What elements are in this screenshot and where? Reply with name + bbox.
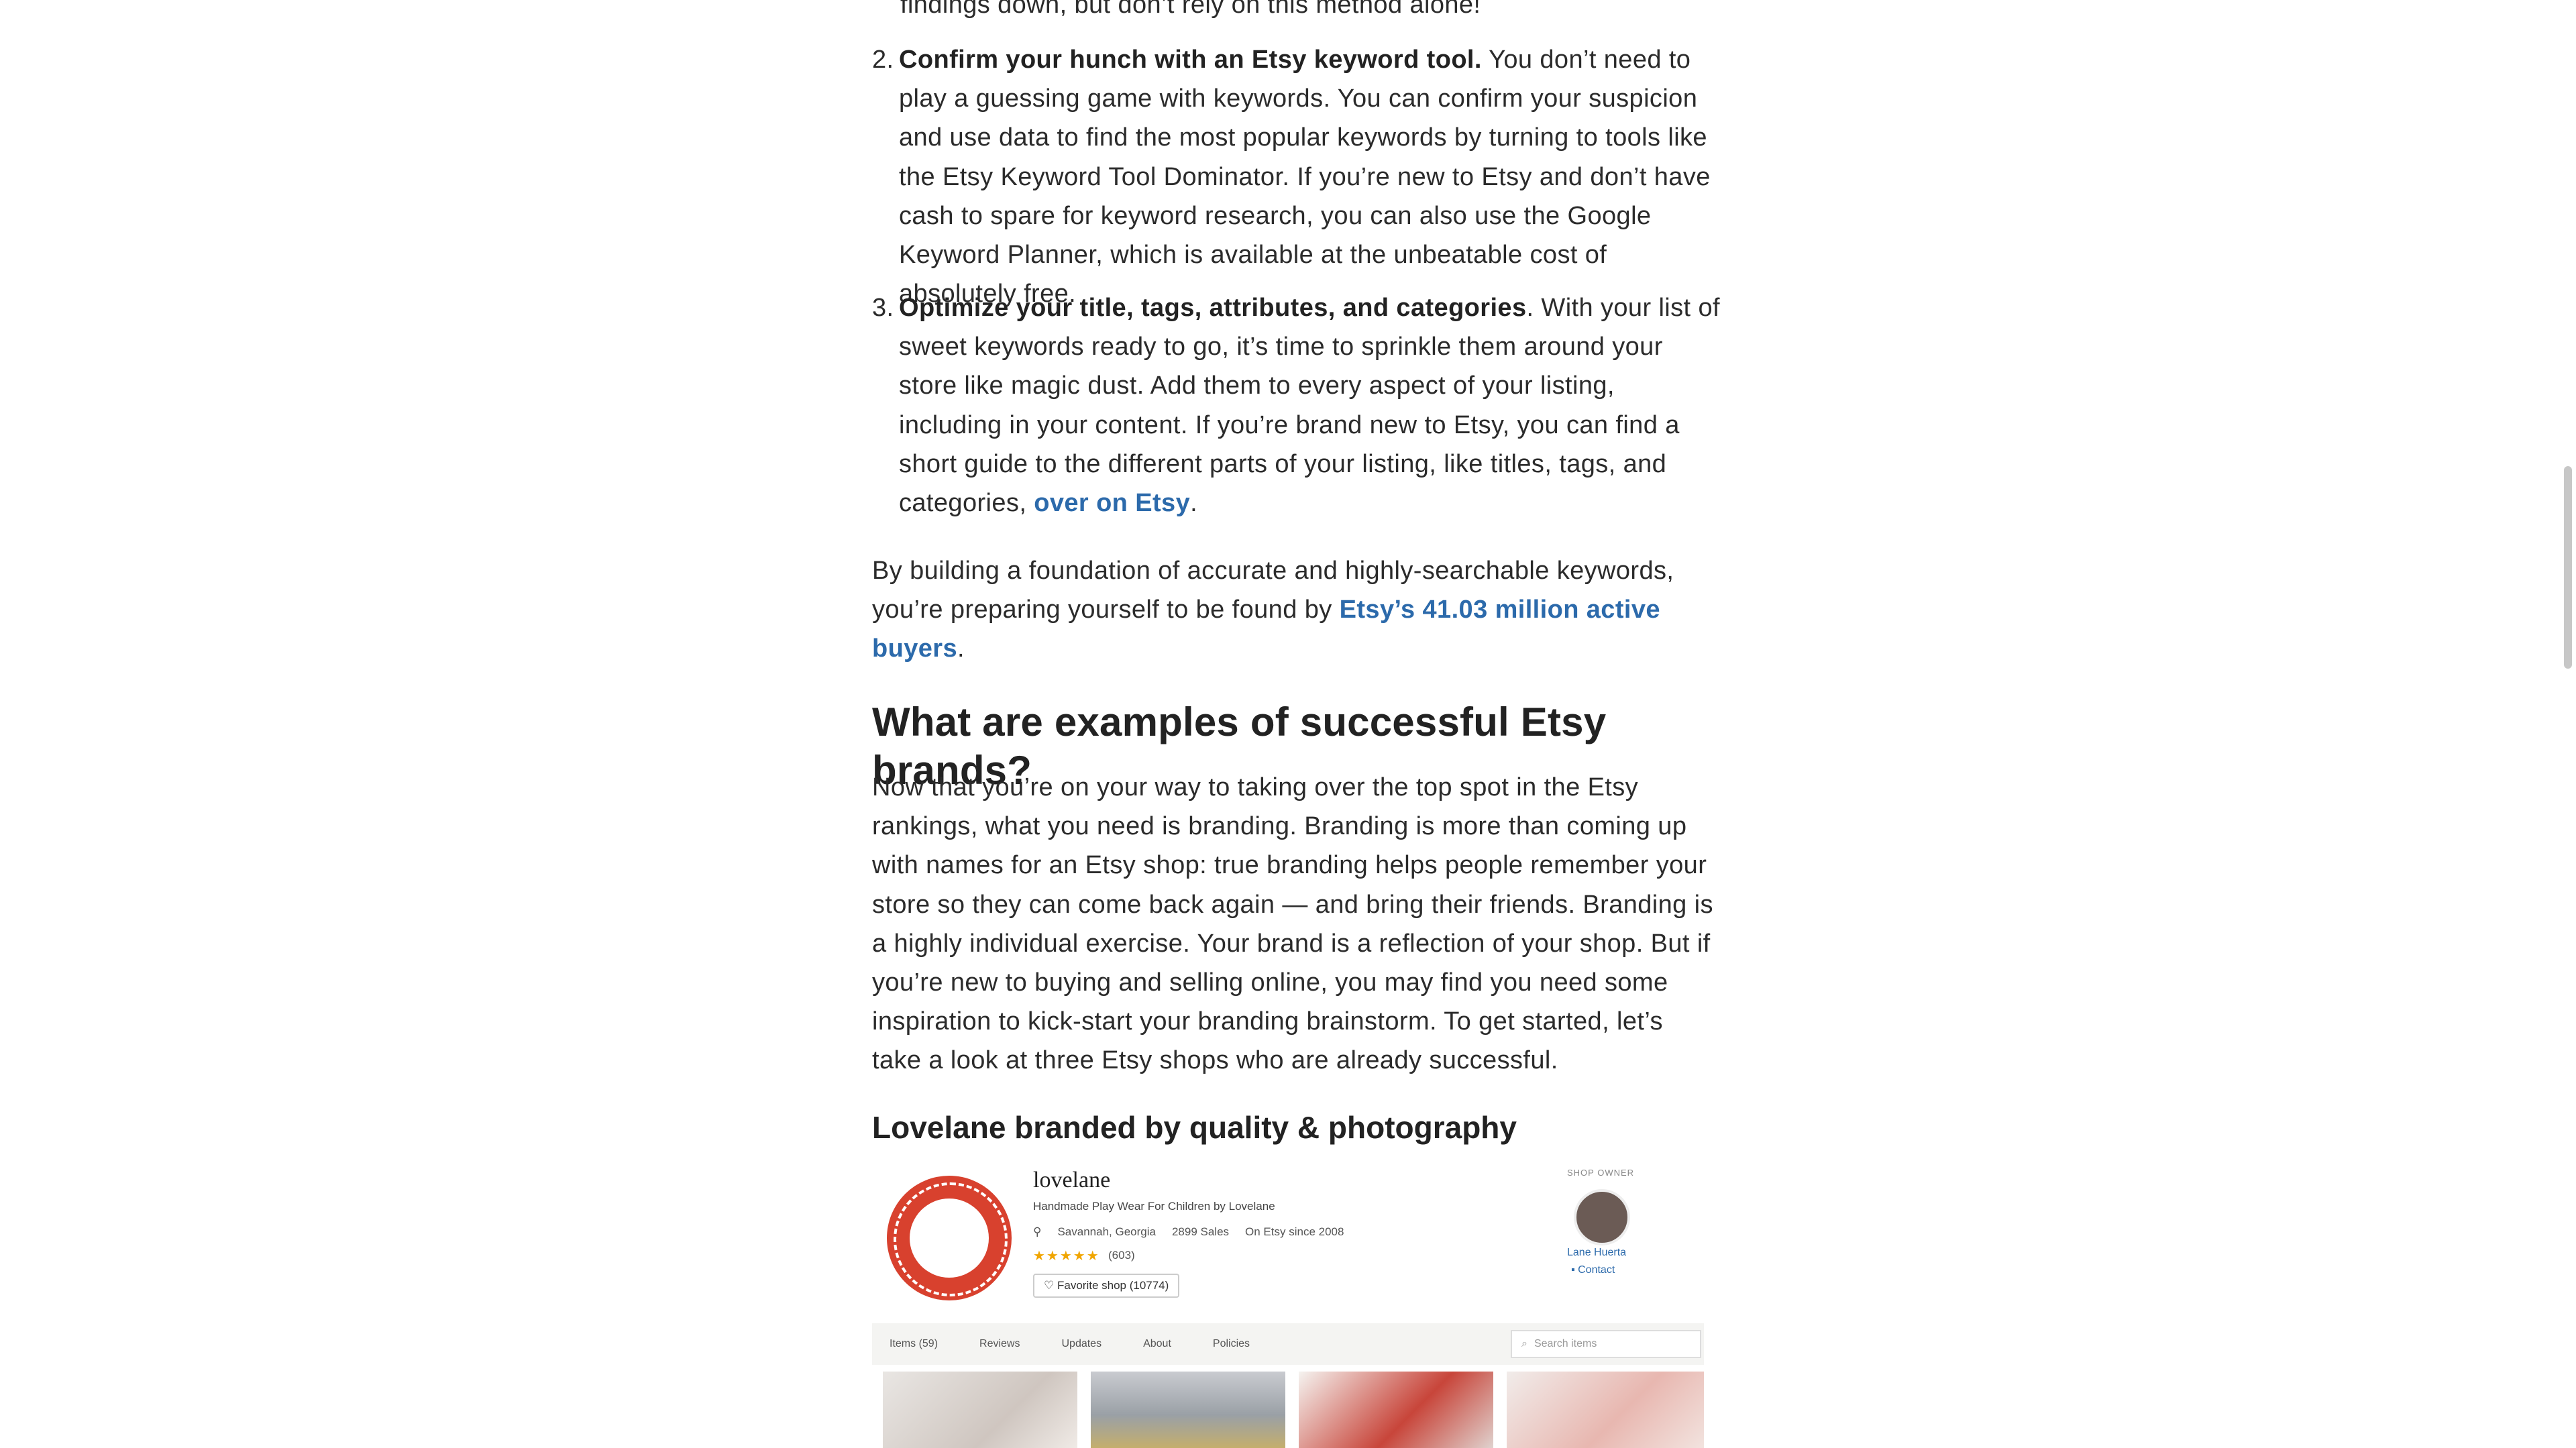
shop-name: lovelane — [1033, 1168, 1111, 1192]
shop-owner-label: SHOP OWNER — [1567, 1168, 1635, 1178]
list-item-tail: . — [1190, 489, 1198, 518]
list-number: 3. — [872, 294, 894, 322]
lovelane-logo — [887, 1176, 1012, 1300]
product-photo — [1091, 1372, 1285, 1448]
location-pin-icon: ⚲ — [1033, 1225, 1042, 1238]
list-item-2: 2. Confirm your hunch with an Etsy keywo… — [872, 40, 1723, 313]
lovelane-shop-image: lovelane Handmade Play Wear For Children… — [872, 1162, 1704, 1448]
paragraph-branding: Now that you’re on your way to taking ov… — [872, 773, 1713, 1075]
shop-tab: About — [1143, 1338, 1171, 1349]
favorite-shop-button: ♡ Favorite shop (10774) — [1033, 1274, 1180, 1298]
shop-location: Savannah, Georgia — [1057, 1225, 1156, 1238]
list-item-text: . With your list of sweet keywords ready… — [899, 294, 1720, 518]
owner-contact: ▪ Contact — [1571, 1264, 1615, 1276]
shop-since: On Etsy since 2008 — [1245, 1225, 1344, 1238]
list-item-1-fragment: findings down, but don’t rely on this me… — [900, 0, 1481, 19]
owner-name: Lane Huerta — [1567, 1247, 1627, 1258]
list-item-bold: Optimize your title, tags, attributes, a… — [899, 294, 1527, 322]
list-item-3: 3. Optimize your title, tags, attributes… — [872, 288, 1723, 522]
paragraph-foundation: By building a foundation of accurate and… — [872, 551, 1677, 669]
subsection-heading: Lovelane branded by quality & photograph… — [872, 1110, 1517, 1145]
search-icon: ⌕ — [1521, 1338, 1527, 1349]
shop-tagline: Handmade Play Wear For Children by Lovel… — [1033, 1200, 1275, 1213]
shop-tab: Updates — [1061, 1338, 1102, 1349]
rating-stars: ★★★★★ — [1033, 1249, 1100, 1264]
list-item-text: You don’t need to play a guessing game w… — [899, 46, 1711, 309]
over-on-etsy-link[interactable]: over on Etsy — [1034, 489, 1190, 517]
shop-sales: 2899 Sales — [1171, 1225, 1230, 1238]
shop-meta: ⚲ Savannah, Georgia 2899 Sales On Etsy s… — [1033, 1225, 1344, 1239]
product-photo — [1299, 1372, 1493, 1448]
owner-avatar — [1574, 1189, 1630, 1245]
product-photo — [883, 1372, 1077, 1448]
heart-icon: ♡ — [1044, 1279, 1055, 1292]
rating-count: (603) — [1108, 1249, 1135, 1262]
shop-tab: Reviews — [979, 1338, 1020, 1349]
message-icon: ▪ — [1571, 1264, 1575, 1276]
shop-tab: Items (59) — [890, 1338, 938, 1349]
list-number: 2. — [872, 46, 894, 74]
shop-search: ⌕ Search items — [1511, 1330, 1701, 1358]
shop-tab: Policies — [1212, 1338, 1250, 1349]
scrollbar-thumb[interactable] — [2564, 466, 2572, 669]
product-photo — [1507, 1372, 1704, 1448]
list-item-bold: Confirm your hunch with an Etsy keyword … — [899, 46, 1482, 74]
paragraph-tail: . — [957, 634, 965, 663]
